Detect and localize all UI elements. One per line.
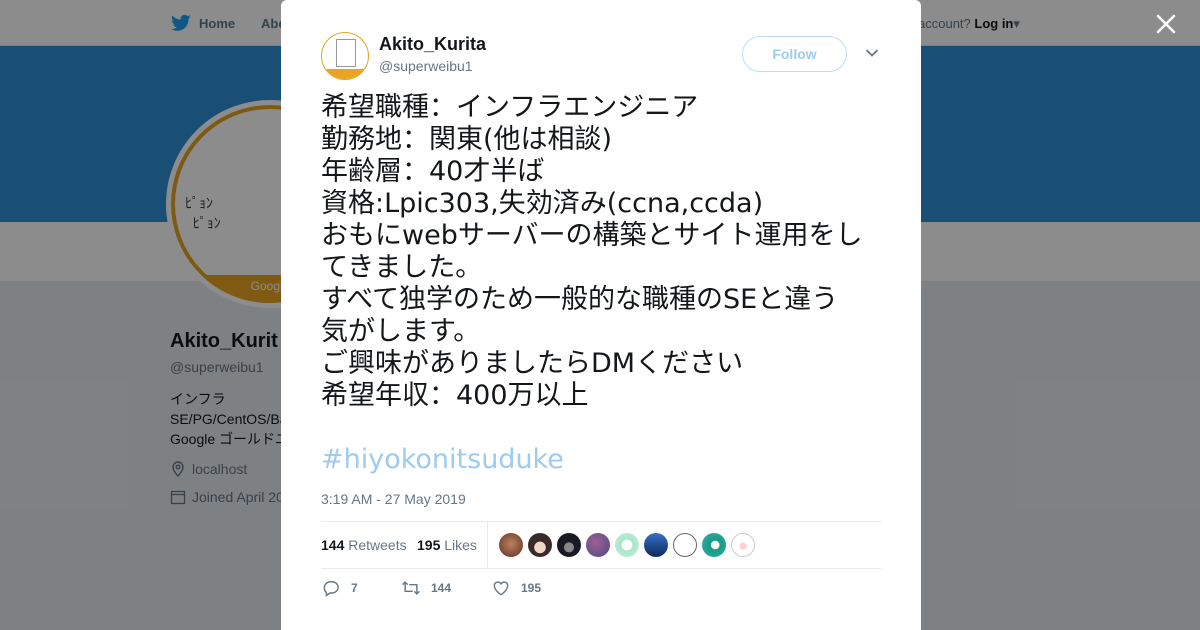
- tweet-line: おもにwebサーバーの構築とサイト運用をし: [321, 220, 863, 251]
- tweet-line: 勤務地：関東(他は相談): [321, 124, 613, 155]
- tweet-line: 希望職種：インフラエンジニア: [321, 92, 699, 123]
- heart-icon: [493, 581, 509, 596]
- tweet-line: 年齢層：40才半ば: [321, 156, 545, 187]
- tweet-line: 気がします。: [321, 316, 481, 347]
- tweet-line: 希望年収：400万以上: [321, 380, 589, 411]
- likes-stat[interactable]: 195 Likes: [417, 537, 477, 553]
- retweet-icon: [402, 581, 420, 595]
- liker-avatars: [499, 533, 755, 557]
- liker-avatar[interactable]: [673, 533, 697, 557]
- reply-icon: [323, 581, 339, 597]
- avatar-art-small: [336, 39, 356, 67]
- tweet-author-handle[interactable]: @superweibu1: [379, 58, 473, 74]
- tweet-author-name[interactable]: Akito_Kurita: [379, 34, 486, 55]
- liker-avatar[interactable]: [528, 533, 552, 557]
- tweet-line: すべて独学のため一般的な職種のSEと違う: [321, 284, 839, 315]
- like-action[interactable]: 195: [491, 578, 541, 598]
- stats-divider: [487, 522, 488, 569]
- tweet-line: 資格:Lpic303,失効済み(ccna,ccda): [321, 188, 764, 219]
- reply-count: 7: [351, 581, 358, 595]
- tweet-actions: 7 144 195: [321, 578, 541, 598]
- liker-avatar[interactable]: [702, 533, 726, 557]
- avatar-band-small: [322, 69, 368, 79]
- liker-avatar[interactable]: [731, 533, 755, 557]
- reply-action[interactable]: 7: [321, 578, 401, 598]
- likes-count: 195: [417, 537, 441, 553]
- retweets-stat[interactable]: 144 Retweets: [321, 537, 407, 553]
- liker-avatar[interactable]: [644, 533, 668, 557]
- hashtag-link[interactable]: #hiyokonitsuduke: [321, 444, 564, 475]
- liker-avatar[interactable]: [557, 533, 581, 557]
- tweet-stats: 144 Retweets 195 Likes: [321, 521, 881, 569]
- tweet-timestamp[interactable]: 3:19 AM - 27 May 2019: [321, 491, 466, 507]
- retweet-count: 144: [431, 581, 452, 595]
- liker-avatar[interactable]: [586, 533, 610, 557]
- likes-label: Likes: [444, 537, 477, 553]
- tweet-text: 希望職種：インフラエンジニア 勤務地：関東(他は相談) 年齢層：40才半ば 資格…: [321, 92, 885, 412]
- tweet-author-avatar[interactable]: [321, 32, 369, 80]
- liker-avatar[interactable]: [615, 533, 639, 557]
- tweet-line: てきました。: [321, 252, 483, 283]
- tweet-line: ご興味がありましたらDMください: [321, 348, 744, 379]
- tweet-modal: Akito_Kurita @superweibu1 Follow 希望職種：イン…: [281, 0, 921, 630]
- liker-avatar[interactable]: [499, 533, 523, 557]
- like-count: 195: [521, 581, 542, 595]
- follow-button[interactable]: Follow: [742, 36, 847, 72]
- close-icon[interactable]: [1154, 12, 1178, 36]
- retweet-action[interactable]: 144: [401, 578, 491, 598]
- retweets-label: Retweets: [348, 537, 407, 553]
- retweets-count: 144: [321, 537, 345, 553]
- chevron-down-icon[interactable]: [865, 48, 879, 58]
